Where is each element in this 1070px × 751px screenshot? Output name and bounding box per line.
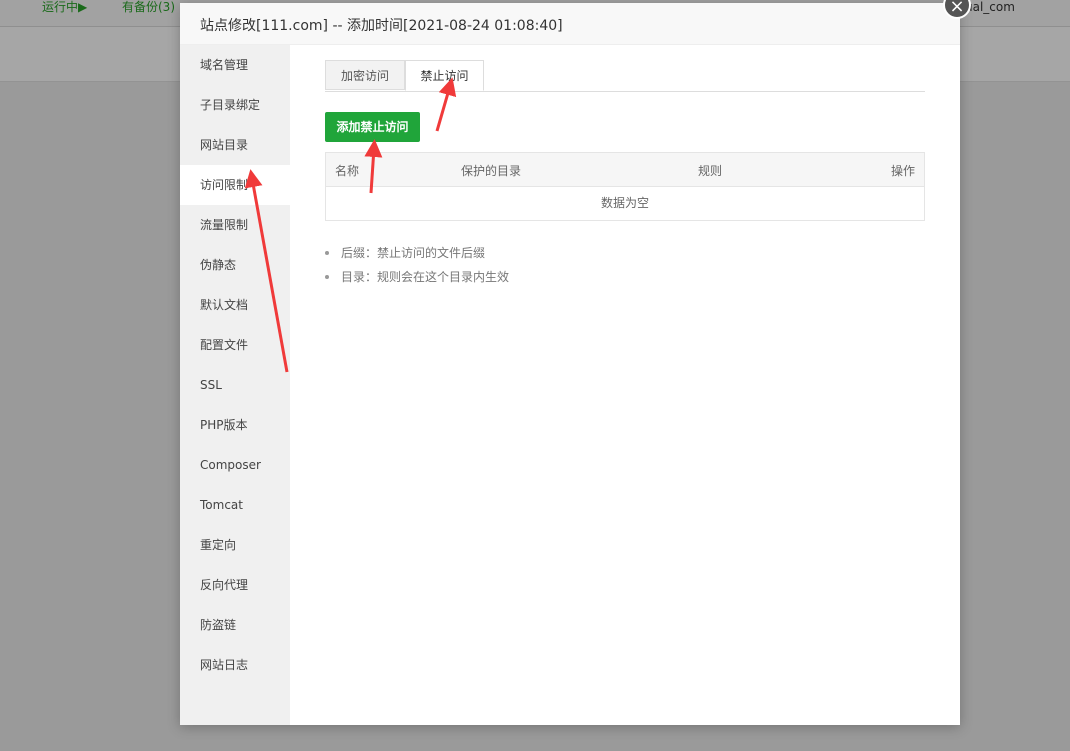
column-actions: 操作 [890, 164, 915, 178]
sidebar-item-config-file[interactable]: 配置文件 [180, 325, 290, 365]
sidebar-item-rewrite[interactable]: 伪静态 [180, 245, 290, 285]
list-item: 后缀：禁止访问的文件后缀 [325, 241, 509, 265]
sidebar-item-label: Composer [200, 458, 261, 472]
sidebar-item-label: SSL [200, 378, 222, 392]
tab-forbidden-access[interactable]: 禁止访问 [405, 60, 484, 91]
sidebar-item-redirect[interactable]: 重定向 [180, 525, 290, 565]
table-header: 名称 保护的目录 规则 操作 [326, 153, 924, 187]
background-domain: ual_com [965, 0, 1015, 14]
note-text: 目录：规则会在这个目录内生效 [341, 270, 510, 284]
sidebar-item-label: 子目录绑定 [200, 98, 261, 112]
sidebar-item-label: 域名管理 [200, 58, 249, 72]
help-notes: 后缀：禁止访问的文件后缀 目录：规则会在这个目录内生效 [325, 241, 509, 289]
sidebar-item-default-document[interactable]: 默认文档 [180, 285, 290, 325]
column-rule: 规则 [698, 164, 723, 178]
sidebar-item-label: 网站日志 [200, 658, 249, 672]
add-forbidden-access-button[interactable]: 添加禁止访问 [325, 112, 420, 142]
sidebar-item-subdirectory[interactable]: 子目录绑定 [180, 85, 290, 125]
sidebar-item-hotlink-protection[interactable]: 防盗链 [180, 605, 290, 645]
sidebar-item-label: 流量限制 [200, 218, 249, 232]
sidebar-item-composer[interactable]: Composer [180, 445, 290, 485]
sidebar-item-label: 访问限制 [200, 178, 249, 192]
column-protected-directory: 保护的目录 [461, 164, 522, 178]
sidebar-item-php-version[interactable]: PHP版本 [180, 405, 290, 445]
sidebar-item-traffic-limit[interactable]: 流量限制 [180, 205, 290, 245]
settings-sidebar: 域名管理 子目录绑定 网站目录 访问限制 流量限制 伪静态 默认文档 配置文件 … [180, 45, 290, 725]
tab-bar: 加密访问 禁止访问 [325, 60, 925, 92]
sidebar-item-label: 重定向 [200, 538, 237, 552]
dialog-title: 站点修改[111.com] -- 添加时间[2021-08-24 01:08:4… [200, 18, 563, 34]
sidebar-item-label: 网站目录 [200, 138, 249, 152]
empty-state: 数据为空 [600, 196, 649, 210]
sidebar-item-reverse-proxy[interactable]: 反向代理 [180, 565, 290, 605]
sidebar-item-label: Tomcat [200, 498, 243, 512]
sidebar-item-ssl[interactable]: SSL [180, 365, 290, 405]
bullet-icon [325, 274, 329, 279]
sidebar-item-domain[interactable]: 域名管理 [180, 45, 290, 85]
sidebar-item-label: 配置文件 [200, 338, 249, 352]
tab-encrypted-access[interactable]: 加密访问 [325, 60, 405, 90]
sidebar-item-site-log[interactable]: 网站日志 [180, 645, 290, 685]
background-status: 运行中▶ [42, 0, 88, 14]
sidebar-item-label: 伪静态 [200, 258, 237, 272]
rules-table: 名称 保护的目录 规则 操作 数据为空 [325, 152, 925, 221]
sidebar-item-label: 默认文档 [200, 298, 249, 312]
dialog-header: 站点修改[111.com] -- 添加时间[2021-08-24 01:08:4… [180, 3, 960, 45]
background-backup: 有备份(3) [122, 0, 175, 14]
list-item: 目录：规则会在这个目录内生效 [325, 265, 509, 289]
sidebar-item-label: 反向代理 [200, 578, 249, 592]
site-settings-dialog: 站点修改[111.com] -- 添加时间[2021-08-24 01:08:4… [180, 3, 960, 725]
column-name: 名称 [335, 164, 360, 178]
sidebar-item-site-directory[interactable]: 网站目录 [180, 125, 290, 165]
bullet-icon [325, 250, 329, 255]
note-text: 后缀：禁止访问的文件后缀 [341, 246, 486, 260]
sidebar-item-tomcat[interactable]: Tomcat [180, 485, 290, 525]
sidebar-item-label: PHP版本 [200, 418, 248, 432]
access-restriction-panel: 加密访问 禁止访问 添加禁止访问 名称 保护的目录 规则 操作 数据为空 后缀：… [290, 45, 960, 725]
sidebar-item-label: 防盗链 [200, 618, 237, 632]
sidebar-item-access-restriction[interactable]: 访问限制 [180, 165, 290, 205]
